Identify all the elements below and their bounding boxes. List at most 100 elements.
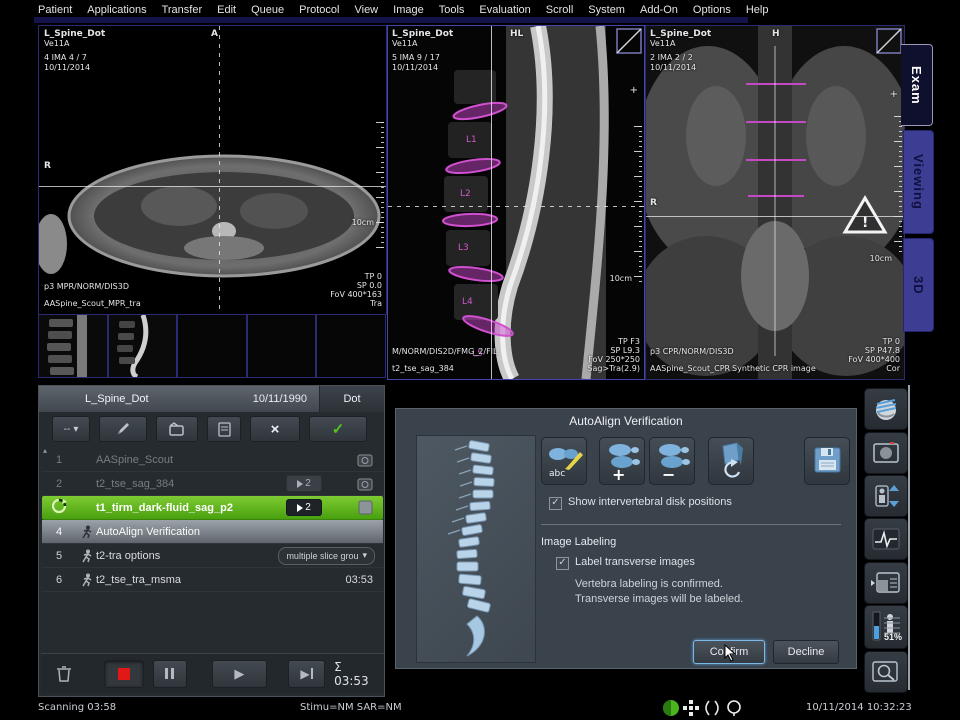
add-vertebra-button[interactable]: + [599, 437, 645, 485]
remove-vertebra-button[interactable]: − [649, 437, 695, 485]
table-position-button[interactable] [864, 475, 908, 517]
slice-group-dropdown[interactable]: multiple slice grou ▾ [278, 547, 375, 565]
step-name: AutoAlign Verification [96, 526, 383, 538]
runner-icon [80, 525, 93, 539]
menu-system[interactable]: System [588, 4, 625, 16]
menu-help[interactable]: Help [746, 4, 769, 16]
menu-tools[interactable]: Tools [439, 4, 465, 16]
status-bar: Scanning 03:58 Stimu=NM SAR=NM 10/11/201… [0, 697, 960, 720]
magnifier-icon [872, 660, 900, 684]
menu-transfer[interactable]: Transfer [162, 4, 203, 16]
axial-image-pane[interactable]: L_Spine_Dot Ve11A 4 IMA 4 / 7 10/11/2014… [38, 25, 387, 315]
dropdown-label: -- [64, 424, 71, 435]
slice-indicator-icon[interactable] [616, 28, 642, 54]
coil-marker-icon [683, 700, 699, 716]
fov-marker-icon: + [630, 84, 638, 97]
slice-group-badge: 2 [287, 476, 321, 491]
tab-3d[interactable]: 3D [903, 238, 934, 332]
step-number: 6 [42, 574, 76, 586]
sagittal-image-pane[interactable]: L1 L2 L3 L4 L5 + L_Spine_Dot Ve11A 5 IMA… [387, 25, 645, 380]
runner-icon [80, 549, 93, 563]
crosshair-horizontal[interactable] [646, 216, 904, 217]
thumbnail-1[interactable] [38, 314, 108, 378]
worklist-dropdown-button[interactable]: -- ▾ [52, 416, 90, 442]
coronal-image-pane[interactable]: ! + L_Spine_Dot Ve11A 2 IMA 2 / 2 10/11/… [645, 25, 905, 380]
application-window: Patient Applications Transfer Edit Queue… [0, 0, 960, 720]
crosshair-vertical[interactable] [491, 26, 492, 379]
stop-button[interactable] [104, 660, 144, 688]
crosshair-horizontal[interactable] [388, 206, 644, 207]
skip-button[interactable]: ▶ [288, 660, 325, 688]
protocol-row-4-selected[interactable]: 4 AutoAlign Verification [42, 520, 383, 544]
physio-signal-button[interactable] [864, 518, 908, 560]
protocol-row-2[interactable]: 2 t2_tse_sag_384 2 [42, 472, 383, 496]
menu-scroll[interactable]: Scroll [546, 4, 574, 16]
protocol-row-3-running[interactable]: t1_tirm_dark-fluid_sag_p2 2 [42, 496, 383, 520]
slice-group-badge: 2 [287, 500, 321, 515]
cancel-step-button[interactable]: × [250, 416, 300, 442]
thumbnail-empty-1[interactable] [177, 314, 247, 378]
save-button[interactable] [804, 437, 850, 485]
step-name: t2_tse_tra_msma [96, 574, 345, 586]
apply-step-button[interactable]: ✓ [309, 416, 367, 442]
menu-options[interactable]: Options [693, 4, 731, 16]
label-transverse-checkbox[interactable]: ✓ [556, 557, 569, 570]
thumbnail-empty-3[interactable] [316, 314, 386, 378]
chevron-down-icon: ▾ [362, 550, 367, 561]
sequence-name: AASpine_Scout_CPR [650, 364, 730, 374]
slice-indicator-icon[interactable] [876, 28, 902, 54]
stop-icon [118, 668, 130, 680]
scale-label: 10cm [870, 254, 892, 264]
edit-label-button[interactable]: abc [541, 437, 587, 485]
menu-evaluation[interactable]: Evaluation [479, 4, 530, 16]
badge-count: 2 [305, 502, 311, 513]
thumbnail-2[interactable] [108, 314, 178, 378]
pause-button[interactable] [153, 660, 186, 688]
layout-panel-button[interactable] [864, 562, 908, 604]
play-button[interactable]: ▶ [212, 660, 268, 688]
system-status-icons [662, 699, 752, 717]
sequence-name: AASpine_Scout_MPR_tra [44, 299, 141, 309]
dropdown-value: multiple slice grou [286, 551, 358, 561]
crosshair-horizontal[interactable] [39, 186, 386, 187]
tab-exam[interactable]: Exam [901, 44, 933, 126]
menu-queue[interactable]: Queue [251, 4, 284, 16]
copy-reference-button[interactable] [207, 416, 241, 442]
image-review-button[interactable] [864, 432, 908, 474]
processing-text: M/NORM/DIS2D/FMG_2/FIL [392, 347, 497, 357]
step-name: AASpine_Scout [96, 454, 383, 466]
menu-view[interactable]: View [354, 4, 378, 16]
thumbnail-empty-2[interactable] [247, 314, 317, 378]
abc-edit-icon: abc [542, 438, 586, 484]
vertebra-label: L4 [462, 297, 473, 307]
menu-applications[interactable]: Applications [87, 4, 146, 16]
menu-patient[interactable]: Patient [38, 4, 72, 16]
menu-image[interactable]: Image [393, 4, 424, 16]
protocol-row-1[interactable]: 1 AASpine_Scout [42, 448, 383, 472]
decline-button[interactable]: Decline [773, 640, 839, 664]
edit-protocol-button[interactable] [99, 416, 147, 442]
head-coil-button[interactable] [864, 388, 908, 430]
trash-button[interactable] [51, 661, 77, 687]
image-number: 5 IMA 9 / 17 [392, 53, 440, 63]
menu-edit[interactable]: Edit [217, 4, 236, 16]
tab-viewing[interactable]: Viewing [903, 130, 934, 234]
confirm-button[interactable]: Confirm [693, 640, 765, 664]
menu-protocol[interactable]: Protocol [299, 4, 339, 16]
patient-bar: L_Spine_Dot 10/11/1990 Dot [39, 386, 384, 412]
menu-bar: Patient Applications Transfer Edit Queue… [38, 2, 768, 17]
show-disks-checkbox[interactable]: ✓ [549, 497, 562, 510]
vertebra-label: L1 [466, 135, 477, 145]
confirmation-message-1: Vertebra labeling is confirmed. [575, 578, 723, 590]
image-zoom-button[interactable] [864, 651, 908, 693]
crosshair-vertical[interactable] [219, 26, 220, 314]
axial-mri-image [39, 26, 386, 314]
menu-addon[interactable]: Add-On [640, 4, 678, 16]
sar-monitor-button[interactable] [864, 605, 908, 649]
dot-engine-button[interactable]: Dot [319, 386, 384, 412]
open-protocol-button[interactable] [156, 416, 198, 442]
protocol-row-6[interactable]: 6 t2_tse_tra_msma 03:53 [42, 568, 383, 592]
protocol-row-5[interactable]: 5 t2-tra options multiple slice grou ▾ [42, 544, 383, 568]
confirmation-message-2: Transverse images will be labeled. [575, 593, 743, 605]
undo-button[interactable] [708, 437, 754, 485]
